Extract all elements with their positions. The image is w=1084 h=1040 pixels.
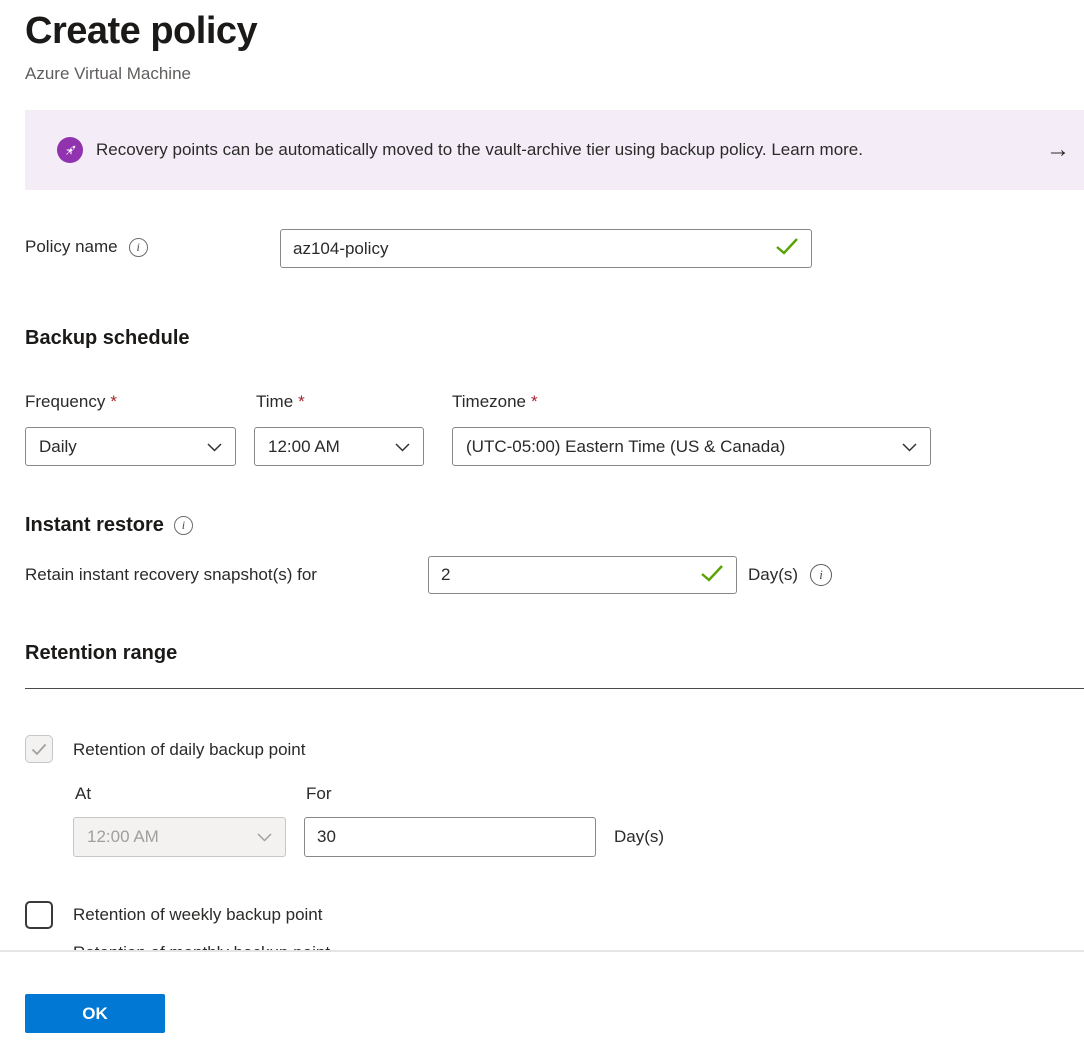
section-divider	[25, 688, 1084, 689]
banner-message-text: Recovery points can be automatically mov…	[96, 140, 767, 159]
daily-retention-checkbox	[25, 735, 53, 763]
retain-snapshot-input-box	[428, 556, 737, 594]
frequency-dropdown[interactable]: Daily	[25, 427, 236, 466]
for-label: For	[306, 784, 332, 804]
chevron-down-icon	[902, 437, 917, 457]
create-policy-blade: Create policy Azure Virtual Machine Reco…	[0, 0, 1084, 1040]
required-marker: *	[531, 392, 538, 412]
instant-restore-info-icon[interactable]: i	[174, 516, 193, 535]
chevron-down-icon	[207, 437, 222, 457]
time-dropdown[interactable]: 12:00 AM	[254, 427, 424, 466]
policy-name-input-box	[280, 229, 812, 268]
for-days-input[interactable]	[317, 827, 583, 847]
days-info-icon[interactable]: i	[810, 564, 832, 586]
days-unit-label: Day(s)	[748, 565, 798, 585]
rocket-icon	[57, 137, 83, 163]
policy-name-input[interactable]	[293, 239, 767, 259]
footer-bar: OK	[0, 950, 1084, 1040]
page-title: Create policy	[25, 10, 257, 53]
retain-snapshot-label: Retain instant recovery snapshot(s) for	[25, 565, 317, 585]
timezone-label: Timezone	[452, 392, 526, 412]
valid-check-icon	[700, 564, 724, 587]
at-time-dropdown: 12:00 AM	[73, 817, 286, 857]
chevron-down-icon	[395, 437, 410, 457]
for-days-input-box	[304, 817, 596, 857]
frequency-value: Daily	[39, 437, 77, 457]
days-unit-label: Day(s)	[614, 827, 664, 847]
vault-archive-info-banner[interactable]: Recovery points can be automatically mov…	[25, 110, 1084, 190]
at-label: At	[75, 784, 91, 804]
required-marker: *	[110, 392, 117, 412]
instant-restore-heading: Instant restore	[25, 514, 164, 537]
time-label: Time	[256, 392, 293, 412]
at-time-value: 12:00 AM	[87, 827, 159, 847]
policy-name-info-icon[interactable]: i	[129, 238, 148, 257]
weekly-retention-checkbox[interactable]	[25, 901, 53, 929]
retain-snapshot-input[interactable]	[441, 565, 692, 585]
policy-name-label: Policy name	[25, 237, 118, 257]
valid-check-icon	[775, 237, 799, 260]
timezone-dropdown[interactable]: (UTC-05:00) Eastern Time (US & Canada)	[452, 427, 931, 466]
frequency-label: Frequency	[25, 392, 105, 412]
page-subtitle: Azure Virtual Machine	[25, 64, 191, 84]
retention-range-heading: Retention range	[25, 642, 177, 665]
time-value: 12:00 AM	[268, 437, 340, 457]
banner-message: Recovery points can be automatically mov…	[96, 140, 863, 160]
learn-more-link[interactable]: Learn more.	[771, 140, 863, 159]
weekly-retention-label: Retention of weekly backup point	[73, 905, 323, 925]
required-marker: *	[298, 392, 305, 412]
backup-schedule-heading: Backup schedule	[25, 327, 190, 350]
timezone-value: (UTC-05:00) Eastern Time (US & Canada)	[466, 437, 785, 457]
daily-retention-label: Retention of daily backup point	[73, 740, 306, 760]
chevron-down-icon	[257, 827, 272, 847]
ok-button[interactable]: OK	[25, 994, 165, 1033]
arrow-right-icon[interactable]: →	[1046, 138, 1070, 162]
